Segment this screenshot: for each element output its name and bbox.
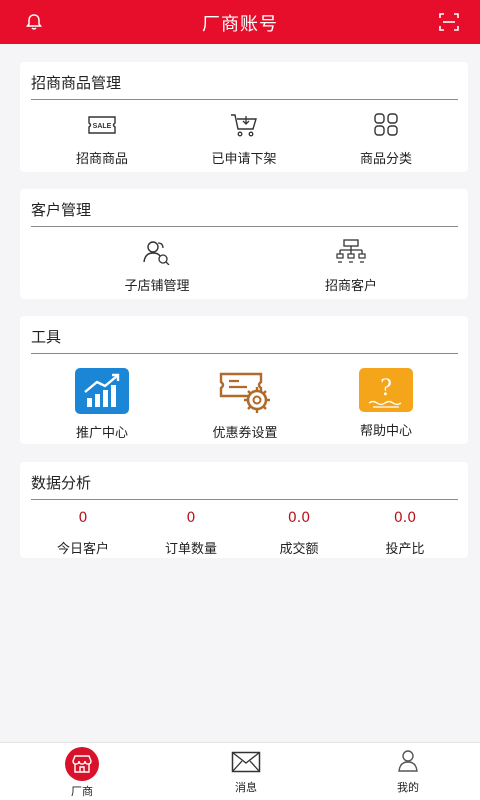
stat-turnover[interactable]: 0.0 成交额 bbox=[244, 510, 354, 557]
merchant-customer-label: 招商客户 bbox=[324, 279, 377, 294]
stat-label: 订单数量 bbox=[164, 542, 217, 557]
stat-value: 0.0 bbox=[287, 510, 311, 526]
help-center-label: 帮助中心 bbox=[359, 424, 412, 439]
coupon-settings-label: 优惠券设置 bbox=[212, 426, 278, 441]
tab-messages[interactable]: 消息 bbox=[186, 743, 306, 795]
sub-store-button[interactable]: 子店铺管理 bbox=[92, 239, 222, 294]
top-bar: 厂商账号 bbox=[0, 0, 480, 44]
stat-roi[interactable]: 0.0 投产比 bbox=[350, 510, 460, 557]
goods-category-label: 商品分类 bbox=[359, 152, 412, 167]
page-title: 厂商账号 bbox=[202, 14, 278, 35]
scan-icon[interactable] bbox=[438, 12, 460, 32]
promotion-center-label: 推广中心 bbox=[75, 426, 128, 441]
stat-label: 投产比 bbox=[385, 542, 425, 557]
section-title: 数据分析 bbox=[31, 474, 92, 492]
sub-store-label: 子店铺管理 bbox=[124, 279, 190, 294]
stat-today-customers[interactable]: 0 今日客户 bbox=[28, 510, 138, 557]
promotion-center-button[interactable]: 推广中心 bbox=[54, 368, 150, 441]
divider bbox=[31, 499, 458, 500]
tab-mine[interactable]: 我的 bbox=[348, 743, 468, 795]
analytics-card: 数据分析 0 今日客户 0 订单数量 0.0 成交额 0.0 投产比 bbox=[20, 462, 468, 558]
stat-label: 成交额 bbox=[279, 542, 319, 557]
delisted-button[interactable]: 已申请下架 bbox=[196, 112, 292, 167]
tab-label: 厂商 bbox=[71, 785, 93, 798]
divider bbox=[31, 226, 458, 227]
user-icon bbox=[398, 750, 418, 772]
divider bbox=[31, 353, 458, 354]
cart-delist-icon bbox=[231, 114, 257, 137]
svg-text:?: ? bbox=[380, 376, 392, 401]
help-icon: ? bbox=[359, 368, 413, 412]
section-title: 客户管理 bbox=[31, 201, 92, 219]
merchant-goods-button[interactable]: SALE 招商商品 bbox=[54, 112, 150, 167]
tab-merchant[interactable]: 厂商 bbox=[22, 743, 142, 799]
category-grid-icon bbox=[374, 113, 398, 136]
divider bbox=[31, 99, 458, 100]
stat-value: 0 bbox=[78, 510, 88, 526]
merchant-customer-button[interactable]: 招商客户 bbox=[286, 239, 416, 294]
tab-label: 消息 bbox=[235, 781, 257, 794]
tab-label: 我的 bbox=[397, 781, 419, 794]
delisted-label: 已申请下架 bbox=[211, 152, 277, 167]
promotion-chart-icon bbox=[75, 368, 129, 414]
stat-value: 0.0 bbox=[393, 510, 417, 526]
svg-text:SALE: SALE bbox=[93, 123, 112, 130]
coupon-settings-icon bbox=[219, 372, 270, 413]
help-center-button[interactable]: ? 帮助中心 bbox=[338, 368, 434, 439]
customer-card: 客户管理 子店铺管理 招商客户 bbox=[20, 189, 468, 299]
envelope-icon bbox=[231, 751, 261, 773]
merchant-goods-label: 招商商品 bbox=[75, 152, 128, 167]
sub-store-icon bbox=[143, 241, 170, 265]
stat-label: 今日客户 bbox=[56, 542, 109, 557]
coupon-settings-button[interactable]: 优惠券设置 bbox=[190, 368, 300, 441]
org-chart-icon bbox=[336, 239, 366, 263]
stat-order-count[interactable]: 0 订单数量 bbox=[136, 510, 246, 557]
section-title: 招商商品管理 bbox=[31, 74, 122, 92]
section-title: 工具 bbox=[31, 328, 62, 346]
goods-category-button[interactable]: 商品分类 bbox=[338, 112, 434, 167]
stat-value: 0 bbox=[186, 510, 196, 526]
tools-card: 工具 推广中心 优惠券设置 ? 帮助中心 bbox=[20, 316, 468, 444]
bottom-tab-bar: 厂商 消息 我的 bbox=[0, 742, 480, 800]
merchant-goods-card: 招商商品管理 SALE 招商商品 已申请下架 商品分类 bbox=[20, 62, 468, 172]
store-icon bbox=[65, 747, 99, 781]
sale-tag-icon: SALE bbox=[88, 116, 116, 134]
